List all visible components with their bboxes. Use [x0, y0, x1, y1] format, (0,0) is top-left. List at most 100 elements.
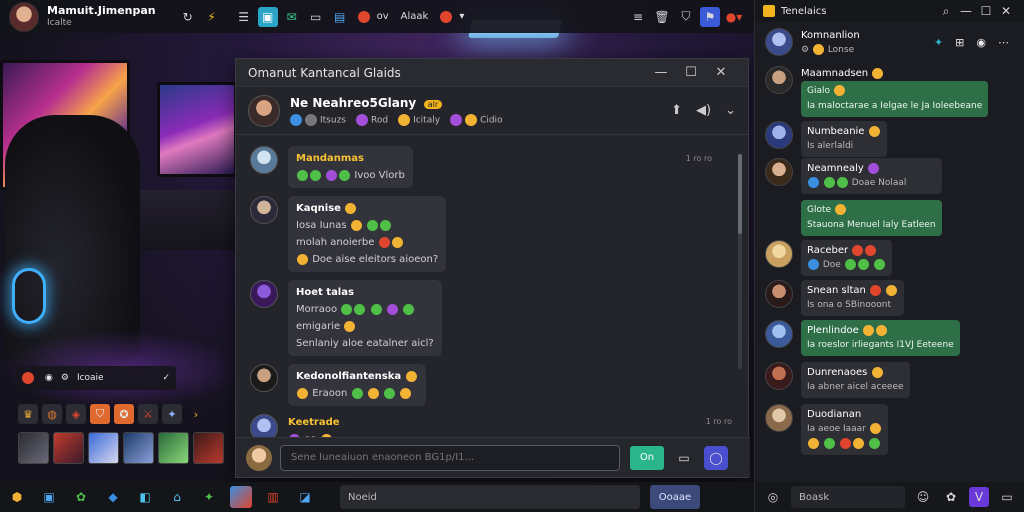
message-avatar[interactable]: [250, 196, 278, 224]
refresh-icon[interactable]: ↻: [178, 7, 198, 27]
app-icon-8[interactable]: ◪: [294, 486, 316, 508]
meta-item[interactable]: Cidio: [450, 113, 503, 126]
coin-icon[interactable]: ◍: [42, 404, 62, 424]
stream-icon[interactable]: V: [969, 487, 989, 507]
shield-icon[interactable]: ⛉: [676, 7, 696, 27]
crest-icon[interactable]: ✪: [114, 404, 134, 424]
check-icon[interactable]: ✓: [162, 373, 170, 383]
sword-icon[interactable]: ⚔: [138, 404, 158, 424]
chat-icon[interactable]: ✉: [282, 7, 302, 27]
arrow-up-icon[interactable]: ⬆: [671, 103, 682, 118]
profile-icon[interactable]: [22, 372, 34, 384]
cat-icon[interactable]: ✿: [941, 487, 961, 507]
shield-badge-icon[interactable]: ⛉: [90, 404, 110, 424]
scrollbar-thumb[interactable]: [738, 154, 742, 234]
home-icon[interactable]: ⌂: [166, 486, 188, 508]
contacts-search-input[interactable]: Boask: [791, 486, 905, 508]
game-tile-5[interactable]: [158, 432, 189, 464]
game-tile-6[interactable]: [193, 432, 224, 464]
contact-item[interactable]: Plenlindoe Ia roeslor irliegants I1VJ Ee…: [765, 320, 1015, 356]
compass-icon[interactable]: ◎: [763, 487, 783, 507]
grid-icon[interactable]: ⊞: [955, 36, 964, 49]
app-icon-1[interactable]: ▣: [38, 486, 60, 508]
contact-name: Plenlindoe: [807, 323, 954, 338]
lightning-icon[interactable]: ⚡: [202, 7, 222, 27]
message-input[interactable]: [280, 444, 620, 471]
menu-icon[interactable]: ☰: [234, 7, 254, 27]
maximize-icon[interactable]: ☐: [676, 65, 706, 80]
search-icon[interactable]: ⌕: [936, 1, 956, 21]
chevron-right-icon[interactable]: ›: [186, 404, 206, 424]
message-avatar[interactable]: [250, 280, 278, 308]
maximize-icon[interactable]: ☐: [976, 1, 996, 21]
app-icon-7[interactable]: ▥: [262, 486, 284, 508]
message-bubble[interactable]: Kaqnise Iosa Iunas molah anoierbe Doe ai…: [288, 196, 447, 272]
app-icon-6[interactable]: [230, 486, 252, 508]
app-icon-3[interactable]: ◆: [102, 486, 124, 508]
emoji-icon[interactable]: ☺: [913, 487, 933, 507]
contact-item[interactable]: Raceber Doe: [765, 240, 1015, 276]
record-icon[interactable]: ◯: [704, 445, 728, 470]
meta-item[interactable]: Icitaly: [398, 113, 441, 126]
flag-icon[interactable]: ⚑: [700, 6, 720, 27]
contact-item[interactable]: Neamnealy Doae Nolaal Glote Stauona Menu…: [765, 158, 1015, 236]
message-scrollbar[interactable]: [738, 154, 742, 369]
contact-item[interactable]: Komnanlion ⚙ Lonse ✦ ⊞ ◉ ⋯: [765, 28, 1015, 58]
app-icon-4[interactable]: ◧: [134, 486, 156, 508]
globe-icon[interactable]: ◉: [45, 373, 53, 383]
folder-icon[interactable]: ▭: [306, 7, 326, 27]
send-button[interactable]: On: [630, 445, 664, 470]
meta-label: Icitaly: [413, 115, 441, 125]
contact-item[interactable]: Dunrenaoes Ia abner aicel aceeee: [765, 362, 1015, 398]
trophy-icon[interactable]: ♛: [18, 404, 38, 424]
app-icon-2[interactable]: ✿: [70, 486, 92, 508]
contact-item[interactable]: Maamnadsen Gialo Ia maloctarae a Ielgae …: [765, 66, 1015, 117]
contact-avatar[interactable]: [248, 94, 280, 127]
message-avatar[interactable]: [250, 146, 278, 174]
meta-item[interactable]: Itsuzs: [290, 113, 346, 126]
app-icon-5[interactable]: ✦: [198, 486, 220, 508]
close-icon[interactable]: ✕: [996, 1, 1016, 21]
game-tile-4[interactable]: [123, 432, 154, 464]
topbar-pill-3[interactable]: ▾: [436, 10, 468, 23]
taskbar: ⬢ ▣ ✿ ◆ ◧ ⌂ ✦ ▥ ◪ Noeid Ooaae: [0, 482, 754, 512]
minimize-icon[interactable]: —: [646, 65, 676, 80]
wing-icon[interactable]: ✦: [162, 404, 182, 424]
game-tile-3[interactable]: [88, 432, 119, 464]
trash-icon[interactable]: 🗑: [652, 7, 672, 27]
message-bubble[interactable]: Kedonolfiantenska Eraoon: [288, 364, 426, 406]
game-tile-1[interactable]: [18, 432, 49, 464]
message-avatar[interactable]: [250, 364, 278, 392]
screen-icon[interactable]: ▭: [997, 487, 1017, 507]
minimize-icon[interactable]: —: [956, 1, 976, 21]
close-icon[interactable]: ✕: [706, 65, 736, 80]
window-icon[interactable]: ▣: [257, 6, 278, 27]
camera-icon[interactable]: ◉: [976, 36, 986, 49]
video-icon[interactable]: ▭: [672, 446, 696, 470]
pin-icon[interactable]: ✦: [934, 36, 943, 49]
user-avatar[interactable]: [9, 1, 39, 32]
meta-item[interactable]: Rod: [356, 113, 388, 126]
self-avatar[interactable]: [246, 444, 272, 471]
speaker-icon[interactable]: ◀): [696, 103, 711, 118]
message-bubble[interactable]: Mandanmas Ivoo Vlorb: [288, 146, 413, 188]
alert-icon[interactable]: ●▾: [724, 7, 744, 27]
contact-item[interactable]: Duodianan Ia aeoe Iaaar: [765, 404, 1015, 455]
contact-body: Snean sltan Is ona o SBinooont: [801, 280, 905, 316]
start-icon[interactable]: ⬢: [6, 486, 28, 508]
contact-sub: Is ona o SBinooont: [807, 300, 892, 310]
contact-item[interactable]: Numbeanie Is alerlaldi: [765, 121, 1015, 157]
badge-icon[interactable]: ◈: [66, 404, 86, 424]
chevron-down-icon[interactable]: ⌄: [725, 103, 736, 118]
list-icon[interactable]: ≡: [628, 7, 648, 27]
contact-item[interactable]: Snean sltan Is ona o SBinooont: [765, 280, 1015, 316]
message-bubble[interactable]: Hoet talas Morraoo emigarie Senlaniy alo…: [288, 280, 442, 356]
topbar-pill-2[interactable]: Alaak: [397, 11, 433, 22]
topbar-pill-1[interactable]: ov: [354, 10, 393, 23]
taskbar-search[interactable]: Noeid: [340, 485, 640, 509]
more-icon[interactable]: ⋯: [998, 36, 1009, 49]
image-icon[interactable]: ▤: [330, 7, 350, 27]
settings-icon[interactable]: ⚙: [61, 373, 69, 383]
game-tile-2[interactable]: [53, 432, 84, 464]
taskbar-button[interactable]: Ooaae: [650, 485, 700, 509]
